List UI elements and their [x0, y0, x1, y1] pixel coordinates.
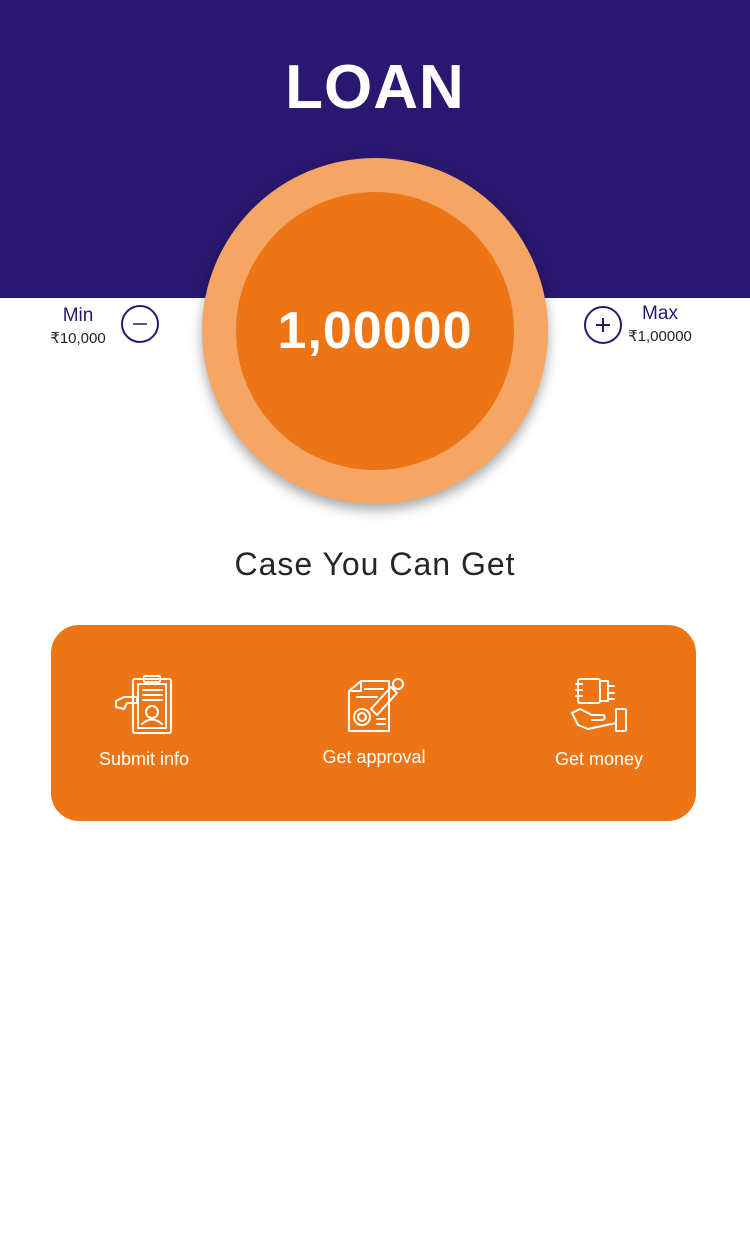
- steps-card: Submit info Get approval Get money: [51, 625, 696, 821]
- section-subtitle: Case You Can Get: [234, 546, 516, 582]
- loan-amount: 1,00000: [277, 302, 473, 360]
- step-label: Get approval: [322, 747, 426, 767]
- clipboard-id-icon: [115, 675, 172, 734]
- step-submit-info[interactable]: Submit info: [81, 675, 207, 770]
- stamp-document-icon: [348, 678, 404, 732]
- max-limit: Max ₹1,00000: [626, 303, 694, 345]
- plus-icon: [596, 318, 610, 332]
- step-label: Get money: [554, 749, 644, 769]
- amount-circle: 1,00000: [236, 192, 514, 470]
- min-label: Min: [62, 305, 94, 326]
- max-label: Max: [642, 303, 678, 324]
- max-value: ₹1,00000: [628, 328, 692, 345]
- page-title: LOAN: [285, 53, 465, 122]
- min-limit: Min ₹10,000: [44, 305, 112, 347]
- amount-dial: 1,00000: [202, 158, 548, 504]
- loan-screen: LOAN Min ₹10,000 1,00000 Max ₹1,00000 Ca…: [0, 0, 750, 1250]
- hand-money-icon: [571, 678, 627, 732]
- min-value: ₹10,000: [50, 330, 106, 347]
- step-get-approval[interactable]: Get approval: [309, 675, 439, 768]
- step-get-money[interactable]: Get money: [537, 675, 661, 770]
- minus-icon: [133, 323, 147, 325]
- decrease-amount-button[interactable]: [121, 305, 159, 343]
- increase-amount-button[interactable]: [584, 306, 622, 344]
- step-label: Submit info: [98, 749, 190, 769]
